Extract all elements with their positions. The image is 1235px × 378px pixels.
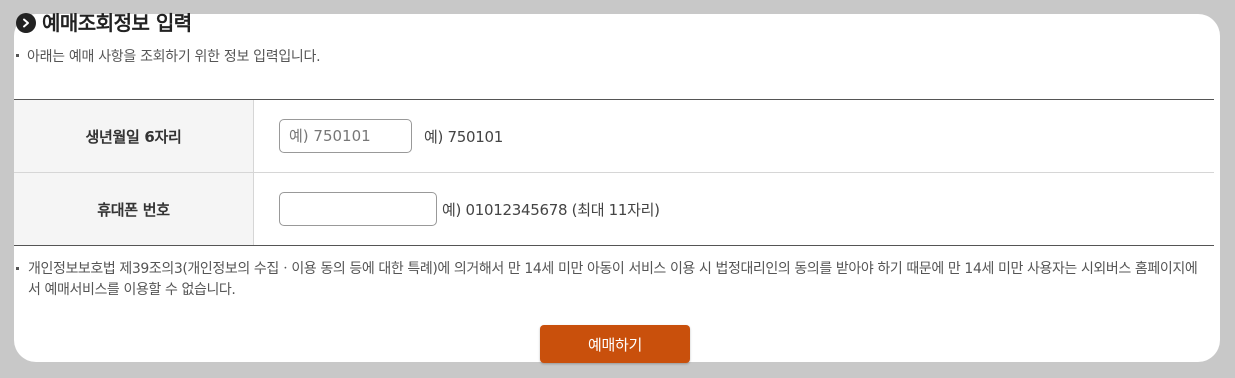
birth-label: 생년월일 6자리 (14, 100, 254, 172)
age-restriction-notice: 개인정보보호법 제39조의3(개인정보의 수집ㆍ이용 동의 등에 대한 특례)에… (28, 261, 1198, 298)
birth-row: 생년월일 6자리 예) 750101 (14, 100, 1214, 173)
phone-row: 휴대폰 번호 예) 01012345678 (최대 11자리) (14, 173, 1214, 245)
chevron-right-circle-icon (16, 13, 36, 33)
section-header: 예매조회정보 입력 (16, 10, 192, 36)
phone-field-cell: 예) 01012345678 (최대 11자리) (254, 173, 1214, 245)
intro-bullet (16, 54, 19, 57)
phone-hint: 예) 01012345678 (최대 11자리) (442, 200, 660, 219)
phone-label: 휴대폰 번호 (14, 173, 254, 245)
section-title: 예매조회정보 입력 (42, 11, 192, 35)
book-button[interactable]: 예매하기 (540, 325, 690, 363)
birth-field-cell: 예) 750101 (254, 100, 1214, 172)
lookup-form: 생년월일 6자리 예) 750101 휴대폰 번호 예) 01012345678… (14, 99, 1214, 246)
intro-note: 아래는 예매 사항을 조회하기 위한 정보 입력입니다. (27, 49, 321, 65)
birth-hint: 예) 750101 (424, 127, 503, 146)
phone-number-input[interactable] (279, 192, 437, 226)
birth-date-input[interactable] (279, 119, 412, 153)
notice-bullet (16, 267, 19, 270)
